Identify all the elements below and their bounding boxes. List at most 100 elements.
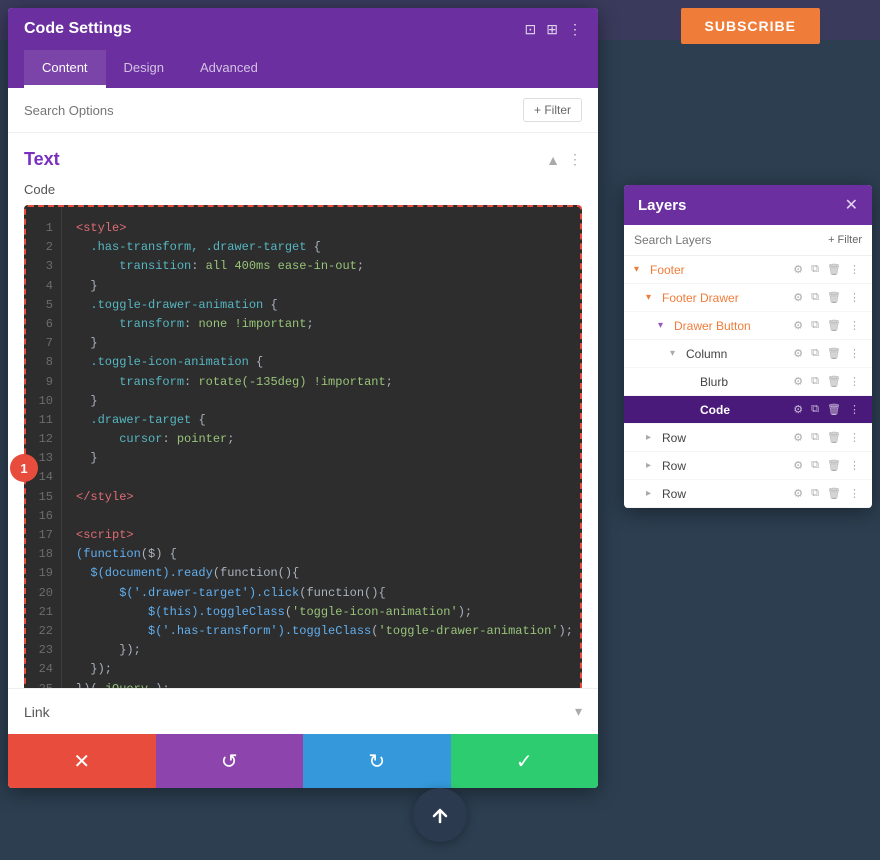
code-content[interactable]: <style> .has-transform, .drawer-target {… bbox=[62, 207, 580, 688]
layer-name: Footer Drawer bbox=[662, 291, 791, 305]
link-chevron-icon: ▾ bbox=[575, 703, 582, 720]
layer-item-footer-drawer[interactable]: ▾ Footer Drawer ⚙ ⧉ 🗑 ⋮ bbox=[624, 284, 872, 312]
cancel-button[interactable]: ✕ bbox=[8, 734, 156, 788]
panel-header: Code Settings ⊡ ⊞ ⋮ bbox=[8, 8, 598, 50]
layer-name: Code bbox=[700, 403, 791, 417]
duplicate-icon[interactable]: ⧉ bbox=[809, 486, 821, 501]
layer-icons: ⚙ ⧉ 🗑 ⋮ bbox=[791, 374, 862, 389]
delete-icon[interactable]: 🗑 bbox=[825, 458, 843, 473]
settings-icon[interactable]: ⚙ bbox=[791, 262, 805, 277]
section-title: Text bbox=[24, 149, 60, 170]
subscribe-button[interactable]: SUBSCRIBE bbox=[681, 8, 820, 44]
delete-icon[interactable]: 🗑 bbox=[825, 374, 843, 389]
redo-button[interactable]: ↻ bbox=[303, 734, 451, 788]
more-icon[interactable]: ⋮ bbox=[847, 346, 862, 361]
layer-icons: ⚙ ⧉ 🗑 ⋮ bbox=[791, 346, 862, 361]
tab-content[interactable]: Content bbox=[24, 50, 106, 88]
settings-icon[interactable]: ⚙ bbox=[791, 486, 805, 501]
layer-icons: ⚙ ⧉ 🗑 ⋮ bbox=[791, 430, 862, 445]
duplicate-icon[interactable]: ⧉ bbox=[809, 346, 821, 361]
delete-icon[interactable]: 🗑 bbox=[825, 318, 843, 333]
duplicate-icon[interactable]: ⧉ bbox=[809, 430, 821, 445]
duplicate-icon[interactable]: ⧉ bbox=[809, 262, 821, 277]
section-more-icon[interactable]: ⋮ bbox=[568, 151, 582, 168]
line-numbers: 12345 678910 1112131415 1617181920 21222… bbox=[26, 207, 62, 688]
duplicate-icon[interactable]: ⧉ bbox=[809, 318, 821, 333]
code-settings-panel: Code Settings ⊡ ⊞ ⋮ Content Design Advan… bbox=[8, 8, 598, 788]
layer-item-footer[interactable]: ▾ Footer ⚙ ⧉ 🗑 ⋮ bbox=[624, 256, 872, 284]
more-icon[interactable]: ⋮ bbox=[847, 486, 862, 501]
chevron-icon: ▸ bbox=[646, 460, 660, 471]
more-icon[interactable]: ⋮ bbox=[847, 262, 862, 277]
code-editor[interactable]: 12345 678910 1112131415 1617181920 21222… bbox=[24, 205, 582, 688]
more-icon[interactable]: ⋮ bbox=[847, 290, 862, 305]
more-icon[interactable]: ⋮ bbox=[847, 402, 862, 417]
chevron-icon: ▾ bbox=[634, 264, 648, 275]
arrow-up-button[interactable] bbox=[413, 788, 467, 842]
duplicate-icon[interactable]: ⧉ bbox=[809, 290, 821, 305]
delete-icon[interactable]: 🗑 bbox=[825, 346, 843, 361]
layer-name: Blurb bbox=[700, 375, 791, 389]
settings-icon[interactable]: ⚙ bbox=[791, 318, 805, 333]
chevron-icon: ▸ bbox=[646, 432, 660, 443]
layer-name: Row bbox=[662, 487, 791, 501]
settings-icon[interactable]: ⚙ bbox=[791, 346, 805, 361]
link-section[interactable]: Link ▾ bbox=[8, 688, 598, 734]
delete-icon[interactable]: 🗑 bbox=[825, 290, 843, 305]
layers-header-right: ✕ bbox=[845, 195, 858, 215]
duplicate-icon[interactable]: ⧉ bbox=[809, 458, 821, 473]
layer-item-code[interactable]: Code ⚙ ⧉ 🗑 ⋮ bbox=[624, 396, 872, 424]
more-icon[interactable]: ⋮ bbox=[847, 318, 862, 333]
undo-button[interactable]: ↺ bbox=[156, 734, 304, 788]
layer-icons: ⚙ ⧉ 🗑 ⋮ bbox=[791, 262, 862, 277]
delete-icon[interactable]: 🗑 bbox=[825, 262, 843, 277]
chevron-icon: ▾ bbox=[646, 292, 660, 303]
search-options-input[interactable] bbox=[24, 103, 515, 118]
more-icon[interactable]: ⋮ bbox=[847, 374, 862, 389]
tab-advanced[interactable]: Advanced bbox=[182, 50, 276, 88]
minimize-icon[interactable]: ⊡ bbox=[525, 21, 537, 38]
layer-item-row-1[interactable]: ▸ Row ⚙ ⧉ 🗑 ⋮ bbox=[624, 424, 872, 452]
layer-item-drawer-button[interactable]: ▾ Drawer Button ⚙ ⧉ 🗑 ⋮ bbox=[624, 312, 872, 340]
tab-design[interactable]: Design bbox=[106, 50, 182, 88]
duplicate-icon[interactable]: ⧉ bbox=[809, 374, 821, 389]
settings-icon[interactable]: ⚙ bbox=[791, 374, 805, 389]
collapse-icon[interactable]: ▲ bbox=[546, 152, 560, 168]
settings-icon[interactable]: ⚙ bbox=[791, 430, 805, 445]
split-icon[interactable]: ⊞ bbox=[546, 21, 558, 38]
layers-search-input[interactable] bbox=[634, 233, 822, 247]
delete-icon[interactable]: 🗑 bbox=[825, 486, 843, 501]
layer-icons: ⚙ ⧉ 🗑 ⋮ bbox=[791, 486, 862, 501]
delete-icon[interactable]: 🗑 bbox=[825, 402, 843, 417]
more-icon[interactable]: ⋮ bbox=[568, 21, 582, 38]
section-header-icons: ▲ ⋮ bbox=[546, 151, 582, 168]
layer-item-row-2[interactable]: ▸ Row ⚙ ⧉ 🗑 ⋮ bbox=[624, 452, 872, 480]
settings-icon[interactable]: ⚙ bbox=[791, 290, 805, 305]
delete-icon[interactable]: 🗑 bbox=[825, 430, 843, 445]
layers-panel: Layers ✕ + Filter ▾ Footer ⚙ ⧉ 🗑 ⋮ ▾ Foo… bbox=[624, 185, 872, 508]
settings-icon[interactable]: ⚙ bbox=[791, 458, 805, 473]
layers-close-icon[interactable]: ✕ bbox=[845, 195, 858, 215]
more-icon[interactable]: ⋮ bbox=[847, 458, 862, 473]
chevron-icon: ▾ bbox=[658, 320, 672, 331]
layer-item-row-3[interactable]: ▸ Row ⚙ ⧉ 🗑 ⋮ bbox=[624, 480, 872, 508]
layer-item-blurb[interactable]: Blurb ⚙ ⧉ 🗑 ⋮ bbox=[624, 368, 872, 396]
layer-item-column[interactable]: ▾ Column ⚙ ⧉ 🗑 ⋮ bbox=[624, 340, 872, 368]
layer-icons: ⚙ ⧉ 🗑 ⋮ bbox=[791, 290, 862, 305]
panel-tabs: Content Design Advanced bbox=[8, 50, 598, 88]
confirm-button[interactable]: ✓ bbox=[451, 734, 599, 788]
layers-header: Layers ✕ bbox=[624, 185, 872, 225]
layers-search: + Filter bbox=[624, 225, 872, 256]
more-icon[interactable]: ⋮ bbox=[847, 430, 862, 445]
layers-filter-button[interactable]: + Filter bbox=[828, 234, 862, 246]
filter-button[interactable]: + Filter bbox=[523, 98, 582, 122]
code-wrapper: 1 12345 678910 1112131415 1617181920 212… bbox=[24, 205, 582, 688]
settings-icon[interactable]: ⚙ bbox=[791, 402, 805, 417]
layer-name: Footer bbox=[650, 263, 791, 277]
chevron-icon: ▸ bbox=[646, 488, 660, 499]
duplicate-icon[interactable]: ⧉ bbox=[809, 402, 821, 417]
link-label: Link bbox=[24, 704, 50, 720]
layer-name: Row bbox=[662, 459, 791, 473]
text-section-header: Text ▲ ⋮ bbox=[24, 149, 582, 170]
bottom-toolbar: ✕ ↺ ↻ ✓ bbox=[8, 734, 598, 788]
